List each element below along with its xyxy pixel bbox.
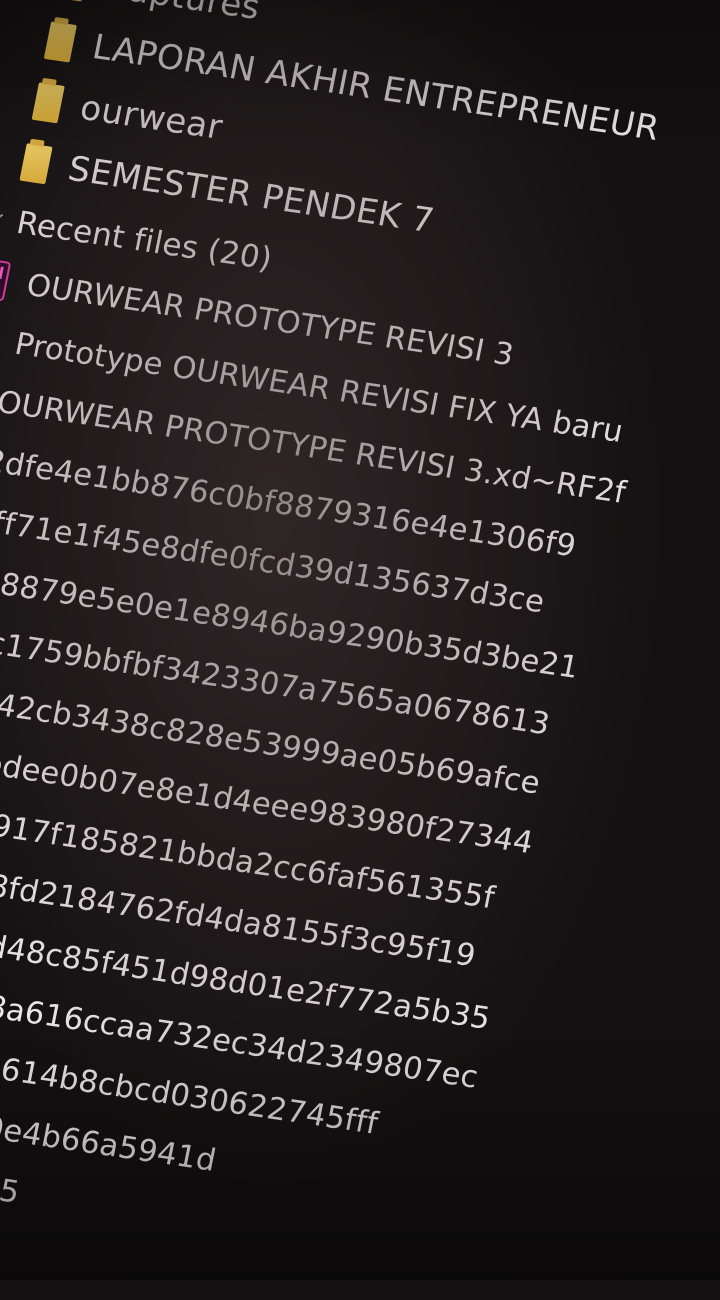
folder-label: ourwear — [76, 87, 226, 148]
folder-icon — [43, 21, 77, 63]
chevron-down-icon[interactable] — [0, 204, 4, 224]
folder-icon — [55, 0, 90, 2]
file-explorer-tree: Captures LAPORAN AKHIR ENTREPRENEUR ourw… — [0, 0, 720, 1300]
xd-file-icon: Xd — [0, 257, 12, 302]
folder-icon — [31, 82, 65, 124]
folder-icon — [19, 143, 53, 185]
